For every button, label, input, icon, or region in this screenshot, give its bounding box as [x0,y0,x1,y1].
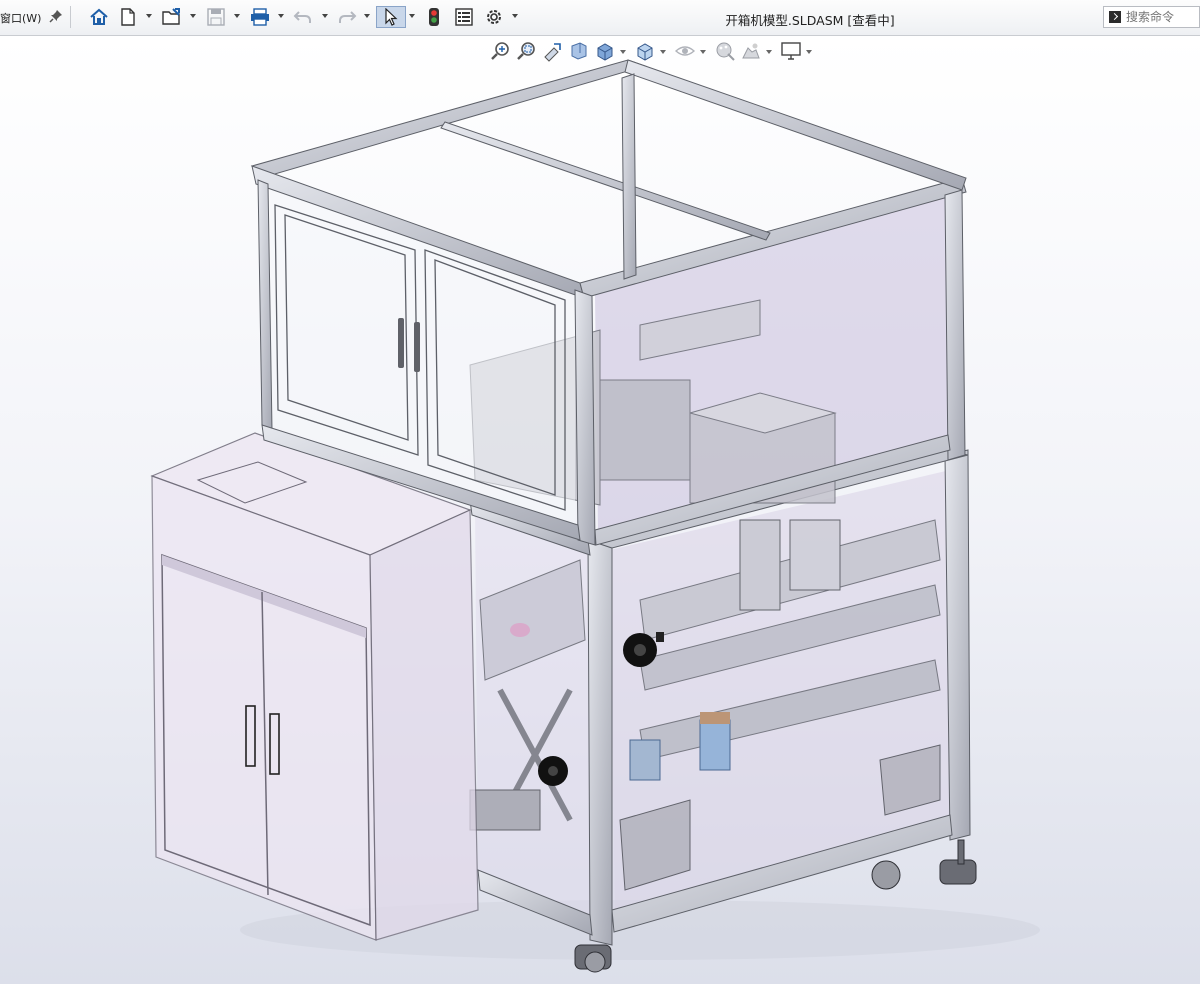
save-dropdown-caret[interactable] [234,14,240,18]
save-icon[interactable] [205,6,227,28]
search-box[interactable] [1103,6,1200,28]
new-document-icon[interactable] [118,6,138,28]
file-properties-icon[interactable] [452,6,476,28]
open-dropdown-caret[interactable] [190,14,196,18]
toolbar-separator [70,6,71,28]
search-input[interactable] [1126,9,1198,25]
redo-dropdown-caret[interactable] [364,14,370,18]
top-toolbar: 窗口(W) 开箱机模型.SLDASM [查看中] [0,0,1200,36]
window-menu[interactable]: 窗口(W) [0,10,41,26]
document-title: 开箱机模型.SLDASM [查看中] [725,13,895,28]
select-dropdown-caret[interactable] [409,14,415,18]
handwheel-lower [538,756,568,786]
rebuild-traffic-light-icon[interactable] [424,6,444,28]
options-gear-icon[interactable] [482,6,506,28]
options-dropdown-caret[interactable] [512,14,518,18]
redo-icon[interactable] [336,6,358,28]
new-dropdown-caret[interactable] [146,14,152,18]
print-dropdown-caret[interactable] [278,14,284,18]
open-folder-icon[interactable] [160,6,184,28]
graphics-viewport[interactable] [0,36,1200,984]
command-prompt-icon [1109,11,1121,23]
machine-3d-model[interactable] [0,36,1200,984]
side-electrical-cabinet [150,432,479,941]
undo-dropdown-caret[interactable] [322,14,328,18]
undo-icon[interactable] [292,6,314,28]
home-icon[interactable] [87,6,111,28]
print-icon[interactable] [248,6,272,28]
pin-icon[interactable] [48,8,64,24]
select-pointer-icon[interactable] [376,6,406,28]
